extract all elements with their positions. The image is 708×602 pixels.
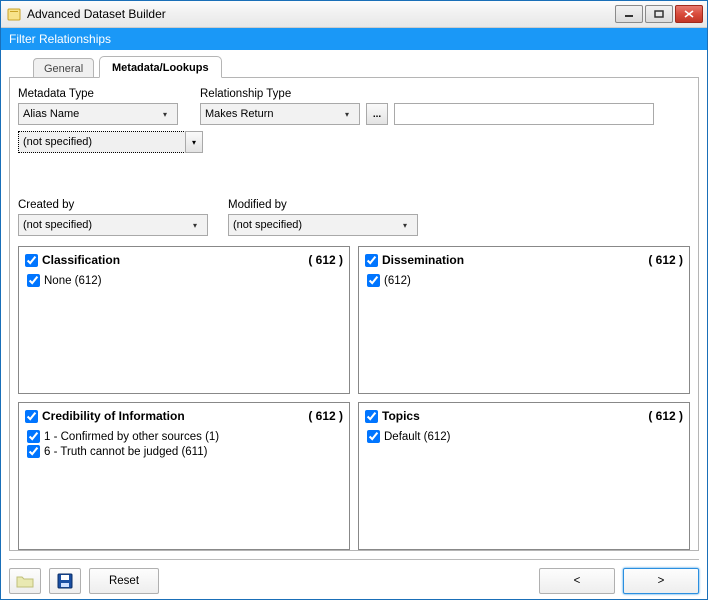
- created-by-select[interactable]: (not specified) ▾: [18, 214, 208, 236]
- topics-toggle-checkbox[interactable]: [365, 410, 378, 423]
- tab-general[interactable]: General: [33, 58, 94, 78]
- created-by-label: Created by: [18, 199, 208, 211]
- row-top: Metadata Type Alias Name ▾ (not specifie…: [18, 88, 690, 153]
- dissemination-toggle-checkbox[interactable]: [365, 254, 378, 267]
- metadata-secondary-select[interactable]: (not specified) ▾: [18, 131, 203, 153]
- credibility-item-checkbox[interactable]: [27, 445, 40, 458]
- modified-by-select[interactable]: (not specified) ▾: [228, 214, 418, 236]
- folder-icon: [16, 574, 34, 588]
- classification-count: ( 612 ): [308, 253, 343, 267]
- title-bar: Advanced Dataset Builder: [1, 1, 707, 28]
- classification-item-label: None (612): [44, 275, 102, 287]
- tab-panel: Metadata Type Alias Name ▾ (not specifie…: [9, 77, 699, 551]
- dissemination-item-label: (612): [384, 275, 411, 287]
- group-credibility: Credibility of Information ( 612 ) 1 - C…: [18, 402, 350, 550]
- topics-item-label: Default (612): [384, 431, 450, 443]
- credibility-item-checkbox[interactable]: [27, 430, 40, 443]
- list-item: None (612): [27, 274, 343, 287]
- classification-item-checkbox[interactable]: [27, 274, 40, 287]
- save-button[interactable]: [49, 568, 81, 594]
- row-created-modified: Created by (not specified) ▾ Modified by…: [18, 199, 690, 236]
- credibility-toggle-checkbox[interactable]: [25, 410, 38, 423]
- classification-toggle-checkbox[interactable]: [25, 254, 38, 267]
- dissemination-item-checkbox[interactable]: [367, 274, 380, 287]
- metadata-secondary-value: (not specified): [18, 131, 186, 153]
- list-item: (612): [367, 274, 683, 287]
- reset-button[interactable]: Reset: [89, 568, 159, 594]
- list-item: 6 - Truth cannot be judged (611): [27, 445, 343, 458]
- dissemination-title: Dissemination: [382, 253, 464, 267]
- open-folder-button[interactable]: [9, 568, 41, 594]
- dissemination-count: ( 612 ): [648, 253, 683, 267]
- credibility-item-label: 1 - Confirmed by other sources (1): [44, 431, 219, 443]
- group-topics: Topics ( 612 ) Default (612): [358, 402, 690, 550]
- topics-item-checkbox[interactable]: [367, 430, 380, 443]
- modified-by-value: (not specified): [233, 219, 397, 231]
- next-button[interactable]: >: [623, 568, 699, 594]
- group-dissemination: Dissemination ( 612 ) (612): [358, 246, 690, 394]
- footer-bar: Reset < >: [1, 560, 707, 602]
- save-icon: [57, 573, 73, 589]
- tab-metadata-lookups[interactable]: Metadata/Lookups: [99, 56, 222, 78]
- credibility-title: Credibility of Information: [42, 409, 185, 423]
- chevron-down-icon: ▾: [397, 221, 413, 230]
- window-controls: [615, 5, 707, 23]
- chevron-down-icon: ▾: [157, 110, 173, 119]
- modified-by-label: Modified by: [228, 199, 418, 211]
- metadata-type-value: Alias Name: [23, 108, 157, 120]
- maximize-button[interactable]: [645, 5, 673, 23]
- topics-title: Topics: [382, 409, 420, 423]
- tab-strip: General Metadata/Lookups: [9, 54, 699, 78]
- classification-title: Classification: [42, 253, 120, 267]
- relationship-free-text-input[interactable]: [394, 103, 654, 125]
- app-icon: [7, 7, 21, 21]
- relationship-type-label: Relationship Type: [200, 88, 654, 100]
- app-window: Advanced Dataset Builder Filter Relation…: [0, 0, 708, 600]
- close-button[interactable]: [675, 5, 703, 23]
- list-item: 1 - Confirmed by other sources (1): [27, 430, 343, 443]
- content-area: General Metadata/Lookups Metadata Type A…: [1, 50, 707, 559]
- relationship-type-value: Makes Return: [205, 108, 339, 120]
- minimize-button[interactable]: [615, 5, 643, 23]
- chevron-down-icon: ▾: [339, 110, 355, 119]
- metadata-type-select[interactable]: Alias Name ▾: [18, 103, 178, 125]
- chevron-down-icon: ▾: [185, 131, 203, 153]
- window-title: Advanced Dataset Builder: [27, 7, 615, 21]
- header-strip: Filter Relationships: [1, 28, 707, 50]
- credibility-count: ( 612 ): [308, 409, 343, 423]
- credibility-item-label: 6 - Truth cannot be judged (611): [44, 446, 207, 458]
- list-item: Default (612): [367, 430, 683, 443]
- group-grid: Classification ( 612 ) None (612): [18, 246, 690, 550]
- created-by-value: (not specified): [23, 219, 187, 231]
- chevron-down-icon: ▾: [187, 221, 203, 230]
- topics-count: ( 612 ): [648, 409, 683, 423]
- relationship-type-select[interactable]: Makes Return ▾: [200, 103, 360, 125]
- prev-button[interactable]: <: [539, 568, 615, 594]
- group-classification: Classification ( 612 ) None (612): [18, 246, 350, 394]
- metadata-type-label: Metadata Type: [18, 88, 188, 100]
- relationship-type-browse-button[interactable]: ...: [366, 103, 388, 125]
